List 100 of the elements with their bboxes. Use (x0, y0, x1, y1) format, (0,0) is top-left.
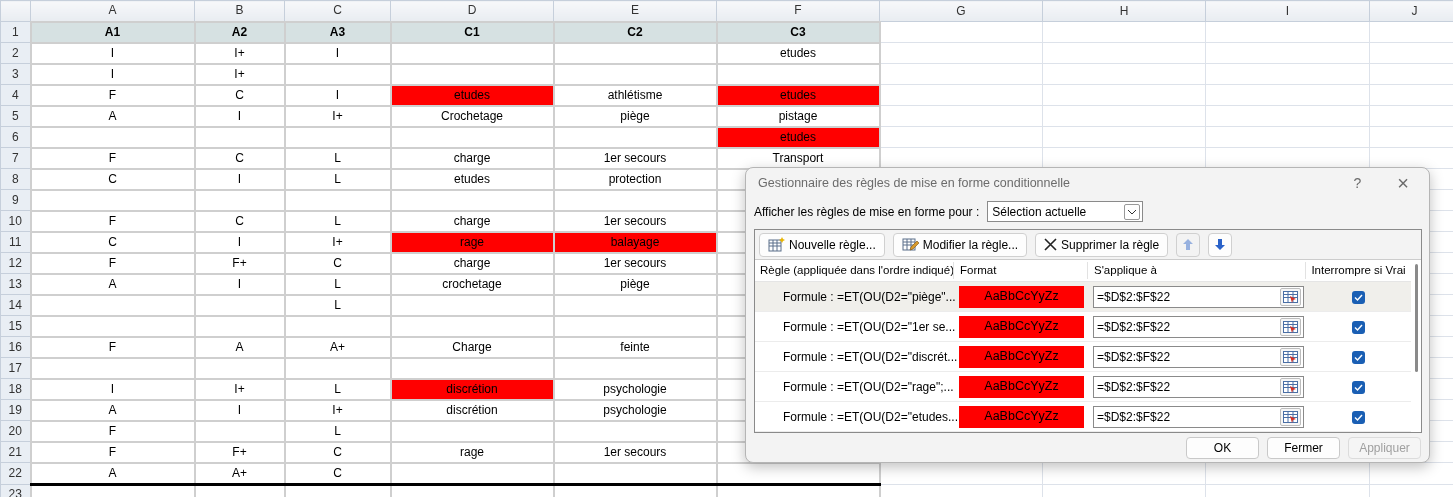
table-cell: L (284, 378, 391, 400)
table-cell: A (30, 273, 195, 295)
table-cell: I (284, 42, 391, 64)
help-button[interactable]: ? (1353, 172, 1362, 194)
column-header[interactable]: I (1205, 0, 1370, 22)
range-picker-icon[interactable] (1280, 407, 1301, 426)
header-cell: C3 (716, 21, 880, 43)
table-cell: crochetage (390, 273, 554, 295)
new-rule-button[interactable]: Nouvelle règle... (759, 232, 885, 257)
row-header[interactable]: 3 (0, 63, 31, 85)
column-header[interactable]: A (30, 0, 195, 22)
table-cell: 1er secours (553, 147, 717, 169)
move-down-button[interactable] (1208, 232, 1233, 257)
rule-row[interactable]: Formule : =ET(OU(D2="etudes... AaBbCcYyZz =$D$2:$F$22 (755, 402, 1411, 433)
table-cell: Crochetage (390, 105, 554, 127)
row-header[interactable]: 19 (0, 399, 31, 421)
range-picker-icon[interactable] (1280, 377, 1301, 396)
row-header[interactable]: 12 (0, 252, 31, 274)
column-header: Interrompre si Vrai (1305, 261, 1411, 280)
format-preview: AaBbCcYyZz (959, 285, 1084, 308)
header-cell: A2 (194, 21, 285, 43)
checkbox[interactable] (1351, 410, 1365, 424)
rule-row[interactable]: Formule : =ET(OU(D2="1er se... AaBbCcYyZz =$D$2:$F$22 (755, 312, 1411, 343)
table-cell: feinte (553, 336, 717, 358)
table-cell: I (30, 42, 195, 64)
scope-dropdown[interactable]: Sélection actuelle (987, 201, 1144, 222)
row-header[interactable]: 14 (0, 294, 31, 316)
range-picker-icon[interactable] (1280, 287, 1301, 306)
row-header[interactable]: 20 (0, 420, 31, 442)
range-picker-icon[interactable] (1280, 347, 1301, 366)
row-header[interactable]: 17 (0, 357, 31, 379)
table-cell: charge (390, 147, 554, 169)
table-cell: I (194, 273, 285, 295)
table-cell: F (30, 420, 195, 442)
column-header[interactable]: J (1369, 0, 1453, 22)
table-cell: A+ (194, 462, 285, 484)
row-header[interactable]: 21 (0, 441, 31, 463)
column-header[interactable]: H (1042, 0, 1206, 22)
table-cell: piège (553, 273, 717, 295)
table-cell: F+ (194, 441, 285, 463)
row-header[interactable]: 18 (0, 378, 31, 400)
range-picker-icon[interactable] (1280, 317, 1301, 336)
row-header[interactable]: 4 (0, 84, 31, 106)
scrollbar-thumb[interactable] (1414, 264, 1418, 373)
row-header[interactable]: 1 (0, 21, 31, 43)
table-cell: piège (553, 105, 717, 127)
column-header[interactable]: C (284, 0, 391, 22)
rule-text: Formule : =ET(OU(D2="etudes... (783, 409, 958, 424)
range-field[interactable]: =$D$2:$F$22 (1093, 315, 1304, 338)
rule-row[interactable]: Formule : =ET(OU(D2="rage";... AaBbCcYyZz =$D$2:$F$22 (755, 372, 1411, 403)
table-cell: C (194, 84, 285, 106)
header-cell: C2 (553, 21, 717, 43)
row-header[interactable]: 5 (0, 105, 31, 127)
row-header[interactable]: 22 (0, 462, 31, 484)
format-preview: AaBbCcYyZz (959, 315, 1084, 338)
row-header[interactable]: 15 (0, 315, 31, 337)
row-header[interactable]: 8 (0, 168, 31, 190)
table-cell: L (284, 147, 391, 169)
range-field[interactable]: =$D$2:$F$22 (1093, 345, 1304, 368)
table-cell: C (284, 462, 391, 484)
checkbox[interactable] (1351, 320, 1365, 334)
row-header[interactable]: 6 (0, 126, 31, 148)
table-cell: C (194, 147, 285, 169)
arrow-up-icon (1183, 239, 1194, 251)
column-header[interactable]: B (194, 0, 285, 22)
close-icon (1044, 238, 1058, 252)
header-cell: A3 (284, 21, 391, 43)
close-dialog-button[interactable]: Fermer (1267, 436, 1340, 459)
column-header[interactable]: D (390, 0, 554, 22)
column-header[interactable]: F (716, 0, 880, 22)
checkbox[interactable] (1351, 380, 1365, 394)
column-header[interactable]: G (879, 0, 1043, 22)
row-header[interactable]: 11 (0, 231, 31, 253)
table-cell: I (284, 84, 391, 106)
delete-rule-button[interactable]: Supprimer la règle (1035, 232, 1169, 257)
table-cell: protection (553, 168, 717, 190)
table-cell: L (284, 168, 391, 190)
row-header[interactable]: 7 (0, 147, 31, 169)
table-cell: I (194, 105, 285, 127)
rule-row[interactable]: Formule : =ET(OU(D2="discrét... AaBbCcYyZz =$D$2:$F$22 (755, 342, 1411, 373)
checkbox[interactable] (1351, 350, 1365, 364)
row-header[interactable]: 2 (0, 42, 31, 64)
range-field[interactable]: =$D$2:$F$22 (1093, 375, 1304, 398)
close-button[interactable]: × (1397, 168, 1409, 198)
ok-button[interactable]: OK (1186, 436, 1259, 459)
row-header[interactable]: 10 (0, 210, 31, 232)
table-cell: F+ (194, 252, 285, 274)
range-field[interactable]: =$D$2:$F$22 (1093, 285, 1304, 308)
checkbox[interactable] (1351, 290, 1365, 304)
header-cell: A1 (30, 21, 195, 43)
row-header[interactable]: 16 (0, 336, 31, 358)
table-cell: etudes (390, 168, 554, 190)
range-field[interactable]: =$D$2:$F$22 (1093, 405, 1304, 428)
format-preview: AaBbCcYyZz (959, 405, 1084, 428)
rule-row[interactable]: Formule : =ET(OU(D2="piège"... AaBbCcYyZz =$D$2:$F$22 (755, 282, 1411, 313)
column-header[interactable]: E (553, 0, 717, 22)
table-cell: etudes (716, 42, 880, 64)
edit-rule-button[interactable]: Modifier la règle... (892, 232, 1028, 257)
row-header[interactable]: 9 (0, 189, 31, 211)
row-header[interactable]: 13 (0, 273, 31, 295)
